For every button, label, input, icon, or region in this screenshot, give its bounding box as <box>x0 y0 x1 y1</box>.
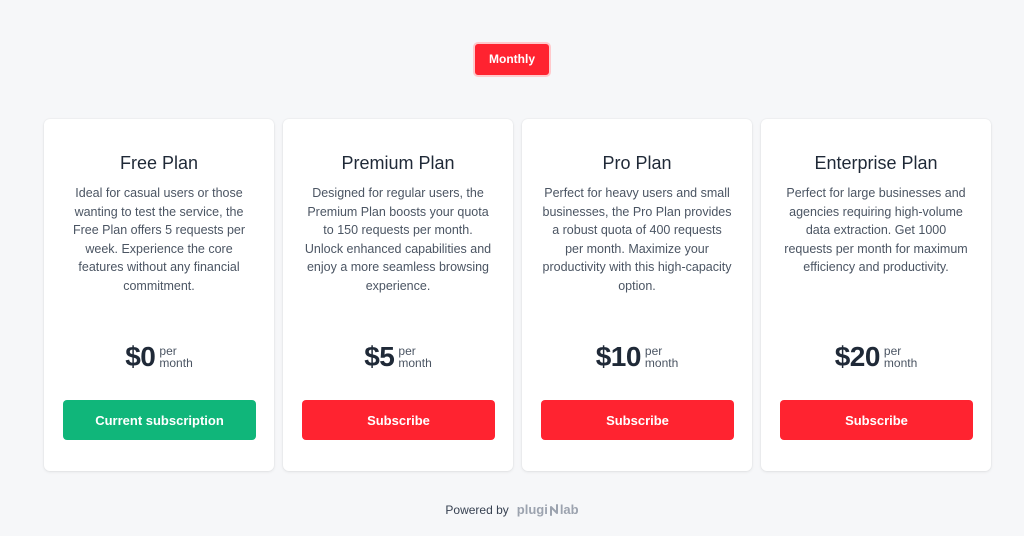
price-period-line2: month <box>398 356 432 370</box>
price-amount: $20 <box>834 341 881 372</box>
pricing-cards: Free Plan Ideal for casual users or thos… <box>44 119 991 471</box>
subscribe-button-pro[interactable]: Subscribe <box>541 400 734 440</box>
price-amount: $5 <box>364 341 395 372</box>
plan-card-enterprise: Enterprise Plan Perfect for large busine… <box>761 119 991 471</box>
plan-price: $10 per month <box>522 341 752 373</box>
plan-description: Ideal for casual users or those wanting … <box>72 186 246 293</box>
price-period: per month <box>398 345 431 369</box>
plan-name: Free Plan <box>119 153 199 173</box>
powered-by-label: Powered by <box>445 502 509 517</box>
plan-description: Perfect for heavy users and small busine… <box>542 186 732 293</box>
plan-card-pro: Pro Plan Perfect for heavy users and sma… <box>522 119 752 471</box>
price-period: per month <box>159 345 192 369</box>
plan-price: $0 per month <box>44 341 274 373</box>
price-period-line2: month <box>883 356 918 370</box>
price-amount: $0 <box>125 341 156 372</box>
price-period-line2: month <box>644 356 679 370</box>
subscribe-button-premium[interactable]: Subscribe <box>302 400 495 440</box>
subscribe-button-enterprise[interactable]: Subscribe <box>780 400 973 440</box>
plan-card-premium: Premium Plan Designed for regular users,… <box>283 119 513 471</box>
plan-card-free: Free Plan Ideal for casual users or thos… <box>44 119 274 471</box>
monthly-toggle-button[interactable]: Monthly <box>473 42 551 77</box>
plan-price: $20 per month <box>761 341 991 373</box>
plugin-lab-logo-mark-icon <box>549 503 558 516</box>
price-amount: $10 <box>595 341 642 372</box>
plan-name: Pro Plan <box>602 153 672 173</box>
footer: Powered by plugi lab <box>0 502 1024 517</box>
plan-name: Enterprise Plan <box>814 153 938 173</box>
brand-text-part1: plugi <box>516 502 548 517</box>
plan-description: Perfect for large businesses and agencie… <box>784 186 968 274</box>
plan-name: Premium Plan <box>341 153 455 173</box>
plan-price: $5 per month <box>283 341 513 373</box>
pricing-page: Monthly Free Plan Ideal for casual users… <box>0 0 1024 536</box>
plan-description: Designed for regular users, the Premium … <box>304 186 492 293</box>
current-subscription-button[interactable]: Current subscription <box>63 400 256 440</box>
price-period-line2: month <box>159 356 193 370</box>
pluginlab-logo[interactable]: plugi lab <box>517 502 579 517</box>
brand-text-part2: lab <box>559 502 579 517</box>
price-period: per month <box>645 345 678 369</box>
price-period: per month <box>884 345 917 369</box>
billing-toggle-container: Monthly <box>0 42 1024 77</box>
